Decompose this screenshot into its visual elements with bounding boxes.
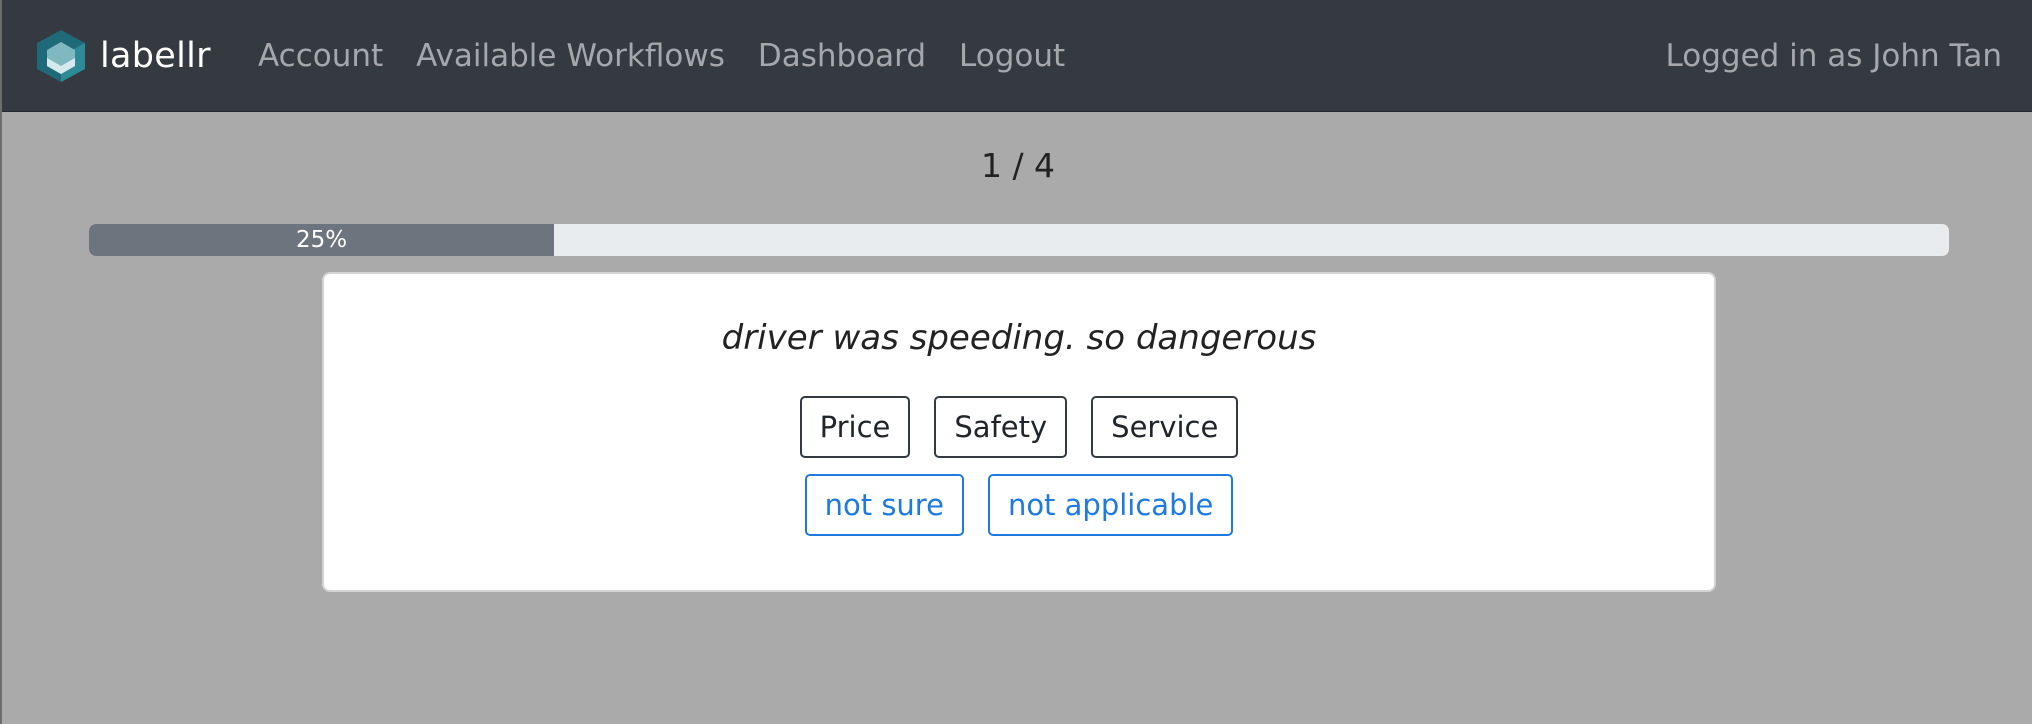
navbar: labellr Account Available Workflows Dash… (2, 0, 2032, 112)
nav-link-logout[interactable]: Logout (959, 38, 1065, 74)
labellr-logo-icon (37, 30, 85, 82)
label-button-price[interactable]: Price (799, 396, 911, 458)
label-button-service[interactable]: Service (1091, 396, 1239, 458)
nav-link-available-workflows[interactable]: Available Workflows (416, 38, 725, 74)
nav-links: Account Available Workflows Dashboard Lo… (258, 26, 1098, 86)
labeling-card: driver was speeding. so dangerous Price … (322, 272, 1716, 592)
brand[interactable]: labellr (34, 26, 211, 86)
extra-options: not sure not applicable (324, 474, 1714, 536)
label-button-safety[interactable]: Safety (934, 396, 1068, 458)
not-applicable-button[interactable]: not applicable (987, 474, 1234, 536)
logged-in-user: Logged in as John Tan (1665, 38, 2002, 74)
text-to-label: driver was speeding. so dangerous (721, 318, 1317, 358)
not-sure-button[interactable]: not sure (804, 474, 964, 536)
progress-label: 25% (295, 227, 348, 253)
brand-name[interactable]: labellr (100, 26, 211, 86)
nav-link-account[interactable]: Account (258, 38, 383, 74)
label-options: Price Safety Service (324, 396, 1714, 458)
item-counter: 1 / 4 (980, 146, 1056, 185)
progress-fill: 25% (89, 224, 554, 256)
progress-bar: 25% (89, 224, 1949, 256)
nav-link-dashboard[interactable]: Dashboard (758, 38, 926, 74)
